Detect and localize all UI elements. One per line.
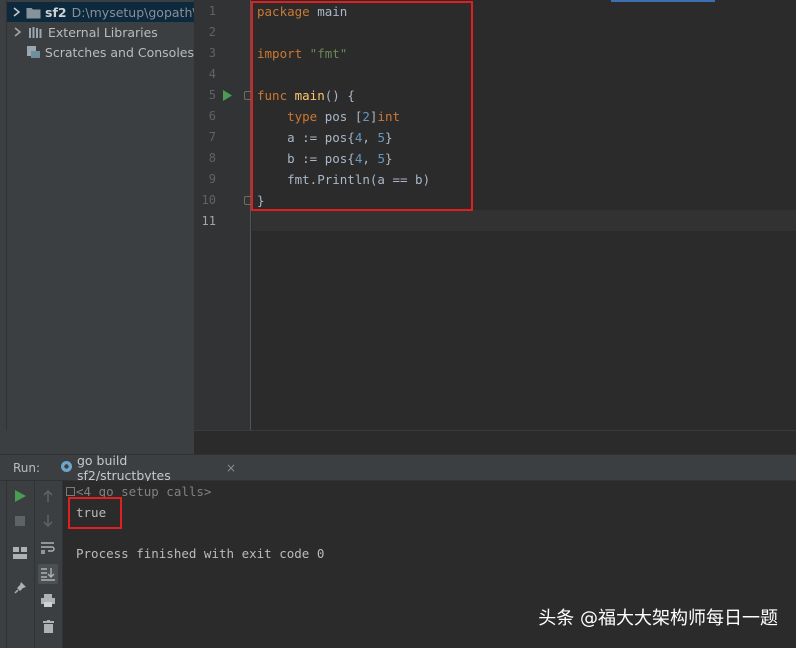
line-number: 8 <box>208 151 216 165</box>
scroll-to-end-icon[interactable] <box>38 564 58 584</box>
project-tree-panel: sf2 D:\mysetup\gopath\s External Librari… <box>7 0 194 454</box>
editor-gutter: 1 2 3 4 5 6 7 8 9 10 11 <box>194 0 253 430</box>
tree-item-scratches[interactable]: Scratches and Consoles <box>7 42 194 62</box>
tool-window-strip <box>0 481 7 648</box>
pin-tab-button[interactable] <box>10 577 30 597</box>
line-number: 4 <box>208 67 216 81</box>
close-icon[interactable]: × <box>226 461 236 475</box>
line-number: 6 <box>208 109 216 123</box>
rerun-button[interactable] <box>10 486 30 506</box>
layout-icon[interactable] <box>10 543 30 563</box>
folder-icon <box>26 4 41 20</box>
watermark: 头条 @福大大架构师每日一题 <box>538 608 778 629</box>
run-label: Run: <box>13 461 41 475</box>
up-arrow-icon[interactable] <box>38 486 58 506</box>
line-number: 10 <box>201 193 216 207</box>
print-icon[interactable] <box>38 590 58 610</box>
editor-bottom-area <box>194 430 796 454</box>
line-number: 9 <box>208 172 216 186</box>
tree-item-sf2[interactable]: sf2 D:\mysetup\gopath\s <box>7 2 194 22</box>
tree-item-label: External Libraries <box>48 24 158 40</box>
fold-marker-icon[interactable] <box>66 487 75 496</box>
go-run-config-icon <box>60 460 73 476</box>
libraries-icon <box>28 24 44 40</box>
line-number: 2 <box>208 25 216 39</box>
code-highlight-box <box>251 1 473 211</box>
scratches-icon <box>26 44 41 60</box>
tree-item-label: Scratches and Consoles <box>44 44 194 60</box>
chevron-right-icon[interactable] <box>13 7 21 17</box>
project-path: D:\mysetup\gopath\s <box>71 4 194 20</box>
tool-window-strip <box>0 0 7 454</box>
line-number: 1 <box>208 4 216 18</box>
tree-item-external-libraries[interactable]: External Libraries <box>7 22 194 42</box>
line-number: 3 <box>208 46 216 60</box>
chevron-right-icon[interactable] <box>13 27 23 37</box>
line-number: 7 <box>208 130 216 144</box>
output-highlight-box <box>68 497 122 529</box>
run-window-header: Run: go build sf2/structbytes × <box>0 453 796 483</box>
run-tab-title: go build sf2/structbytes <box>77 453 171 483</box>
line-number: 5 <box>208 88 216 102</box>
run-toolbar-primary <box>7 481 35 648</box>
tab-accent <box>611 0 715 2</box>
line-number: 11 <box>201 214 216 228</box>
current-line-highlight <box>252 210 796 231</box>
project-name: sf2 <box>45 4 67 20</box>
code-editor[interactable]: 1 2 3 4 5 6 7 8 9 10 11 package main imp… <box>194 0 796 430</box>
down-arrow-icon[interactable] <box>38 511 58 531</box>
run-tab[interactable]: go build sf2/structbytes × <box>56 453 236 483</box>
console-exit-message: Process finished with exit code 0 <box>76 546 325 561</box>
run-toolbar-secondary <box>35 481 63 648</box>
soft-wrap-icon[interactable] <box>38 538 58 558</box>
panel-filler <box>0 430 194 454</box>
run-gutter-icon[interactable] <box>223 90 232 104</box>
trash-icon[interactable] <box>38 616 58 636</box>
stop-button[interactable] <box>10 511 30 531</box>
